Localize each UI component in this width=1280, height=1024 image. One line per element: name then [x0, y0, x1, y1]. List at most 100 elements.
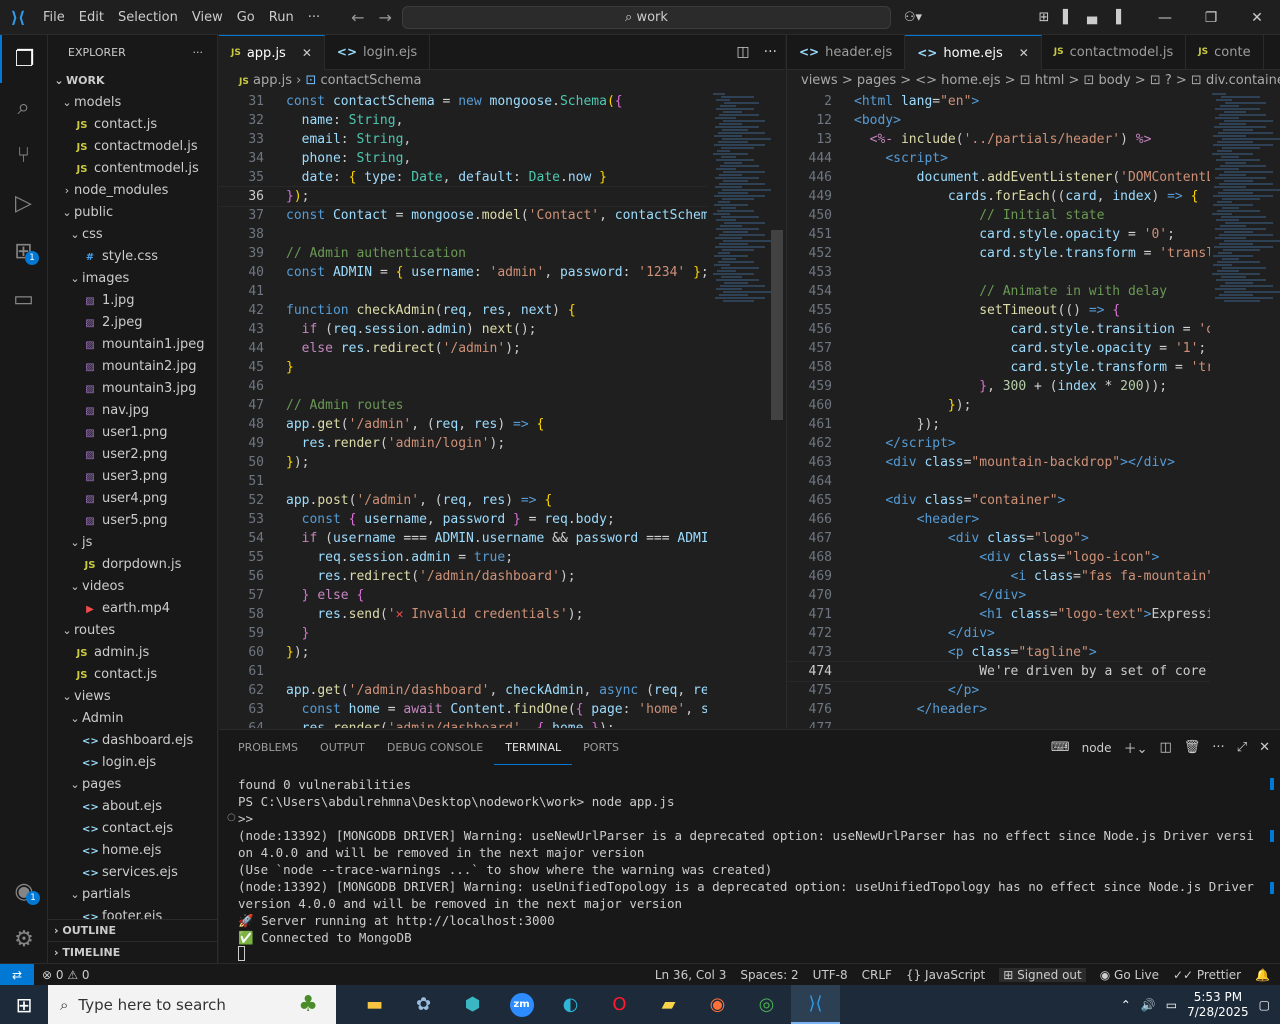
- tree-file[interactable]: JS admin.js: [48, 642, 217, 664]
- tree-folder[interactable]: ⌄ videos: [48, 576, 217, 598]
- tree-folder[interactable]: ⌄ Admin: [48, 708, 217, 730]
- timeline-section[interactable]: › TIMELINE: [48, 941, 217, 963]
- tree-file[interactable]: ▨ user1.png: [48, 422, 217, 444]
- sticky-notes-icon[interactable]: ▰: [644, 985, 693, 1024]
- search-view-icon[interactable]: ⌕: [0, 83, 47, 131]
- more-actions-icon[interactable]: ···: [1212, 740, 1224, 755]
- tree-file[interactable]: JS dorpdown.js: [48, 554, 217, 576]
- line-ending[interactable]: CRLF: [862, 968, 892, 982]
- tree-folder[interactable]: ⌄ views: [48, 686, 217, 708]
- opera-icon[interactable]: O: [595, 985, 644, 1024]
- tree-file[interactable]: ▨ user2.png: [48, 444, 217, 466]
- tray-chevron-icon[interactable]: ⌃: [1121, 998, 1131, 1012]
- tree-file[interactable]: <> about.ejs: [48, 796, 217, 818]
- editor-tab[interactable]: JS contactmodel.js: [1042, 35, 1187, 70]
- more-actions-icon[interactable]: ···: [193, 35, 204, 70]
- volume-icon[interactable]: 🔊: [1141, 998, 1156, 1012]
- tree-file[interactable]: <> login.ejs: [48, 752, 217, 774]
- firefox-icon[interactable]: ◉: [693, 985, 742, 1024]
- tree-file[interactable]: ▨ user3.png: [48, 466, 217, 488]
- encoding[interactable]: UTF-8: [813, 968, 848, 982]
- tree-file[interactable]: <> home.ejs: [48, 840, 217, 862]
- paint-icon[interactable]: ✿: [399, 985, 448, 1024]
- app-icon[interactable]: ⬢: [448, 985, 497, 1024]
- menu-item[interactable]: File: [36, 10, 72, 25]
- go-live-button[interactable]: ◉ Go Live: [1100, 968, 1159, 982]
- menu-item[interactable]: View: [185, 10, 230, 25]
- tree-file[interactable]: JS contact.js: [48, 664, 217, 686]
- manage-gear-icon[interactable]: ⚙: [0, 915, 48, 963]
- tree-file[interactable]: ▨ mountain3.jpg: [48, 378, 217, 400]
- panel-tab[interactable]: PORTS: [572, 730, 630, 765]
- restore-icon[interactable]: ❐: [1188, 10, 1234, 26]
- tree-file[interactable]: # style.css: [48, 246, 217, 268]
- close-tab-icon[interactable]: ✕: [1019, 36, 1029, 71]
- terminal-scrollbar[interactable]: [1270, 778, 1276, 958]
- tree-file[interactable]: ▨ nav.jpg: [48, 400, 217, 422]
- close-tab-icon[interactable]: ✕: [302, 36, 312, 71]
- code-editor-left[interactable]: 31 const contactSchema = new mongoose.Sch…: [219, 92, 707, 728]
- copilot-icon[interactable]: ⚇▾: [894, 10, 932, 25]
- breadcrumb-symbol[interactable]: contactSchema: [321, 73, 422, 88]
- kill-terminal-icon[interactable]: 🗑: [1184, 740, 1201, 755]
- notifications-bell-icon[interactable]: 🔔: [1255, 968, 1270, 982]
- accounts-icon[interactable]: ◉ 1: [0, 867, 48, 915]
- tree-file[interactable]: JS contact.js: [48, 114, 217, 136]
- remote-explorer-icon[interactable]: ▭: [0, 275, 47, 323]
- tree-file[interactable]: <> services.ejs: [48, 862, 217, 884]
- tree-file[interactable]: ▨ mountain2.jpg: [48, 356, 217, 378]
- forward-arrow-icon[interactable]: →: [379, 8, 392, 27]
- clock[interactable]: 5:53 PM 7/28/2025: [1187, 990, 1249, 1020]
- split-terminal-icon[interactable]: ◫: [1159, 740, 1171, 755]
- breadcrumb-file[interactable]: app.js: [253, 73, 292, 88]
- minimize-icon[interactable]: —: [1142, 10, 1188, 26]
- outline-section[interactable]: › OUTLINE: [48, 919, 217, 941]
- menu-item[interactable]: Run: [262, 10, 301, 25]
- split-editor-icon[interactable]: ◫: [736, 35, 749, 70]
- tree-folder[interactable]: ⌄ partials: [48, 884, 217, 906]
- tree-file[interactable]: <> contact.ejs: [48, 818, 217, 840]
- menu-item[interactable]: ···: [301, 10, 327, 25]
- tree-file[interactable]: <> dashboard.ejs: [48, 730, 217, 752]
- menu-item[interactable]: Go: [230, 10, 262, 25]
- run-debug-icon[interactable]: ▷: [0, 179, 47, 227]
- workspace-root[interactable]: ⌄ WORK: [48, 70, 217, 92]
- terminal-output[interactable]: found 0 vulnerabilities PS C:\Users\abdul…: [238, 776, 1260, 965]
- tree-folder[interactable]: ⌄ routes: [48, 620, 217, 642]
- account-status[interactable]: ⊞ Signed out: [999, 967, 1086, 982]
- prettier-status[interactable]: ✓✓ Prettier: [1173, 968, 1241, 982]
- toggle-panel-icon[interactable]: ▄: [1080, 10, 1104, 25]
- chrome-icon[interactable]: ◎: [742, 985, 791, 1024]
- editor-tab[interactable]: JS conte: [1186, 35, 1264, 70]
- cursor-position[interactable]: Ln 36, Col 3: [655, 968, 727, 982]
- layout-customize-icon[interactable]: ⊞: [1032, 10, 1056, 25]
- tree-file[interactable]: ▨ user5.png: [48, 510, 217, 532]
- editor-tab[interactable]: <> header.ejs: [787, 35, 906, 70]
- notification-center-icon[interactable]: ▢: [1259, 998, 1270, 1012]
- scrollbar-left[interactable]: [771, 230, 783, 420]
- tree-file[interactable]: ▨ 2.jpeg: [48, 312, 217, 334]
- tree-folder[interactable]: ⌄ images: [48, 268, 217, 290]
- panel-tab[interactable]: PROBLEMS: [227, 730, 309, 765]
- more-actions-icon[interactable]: ···: [764, 35, 777, 70]
- close-panel-icon[interactable]: ✕: [1259, 740, 1270, 755]
- back-arrow-icon[interactable]: ←: [351, 8, 364, 27]
- extensions-icon[interactable]: ⊞ 1: [0, 227, 47, 275]
- file-explorer-icon[interactable]: ▬: [350, 985, 399, 1024]
- new-terminal-icon[interactable]: ＋⌄: [1124, 738, 1148, 757]
- editor-tab[interactable]: JS app.js ✕: [219, 35, 325, 70]
- taskbar-search[interactable]: ⌕ Type here to search ♣: [48, 985, 336, 1024]
- vscode-taskbar-icon[interactable]: ⟩⟨: [791, 985, 840, 1024]
- maximize-panel-icon[interactable]: ⤢: [1237, 740, 1247, 755]
- tree-folder[interactable]: ⌄ public: [48, 202, 217, 224]
- panel-tab[interactable]: DEBUG CONSOLE: [376, 730, 494, 765]
- minimap-left[interactable]: [713, 92, 771, 728]
- edge-icon[interactable]: ◐: [546, 985, 595, 1024]
- language-mode[interactable]: {} JavaScript: [906, 968, 985, 982]
- problems-count[interactable]: ⊗ 0 ⚠ 0: [42, 968, 90, 982]
- tree-folder[interactable]: ⌄ pages: [48, 774, 217, 796]
- source-control-icon[interactable]: ⑂: [0, 131, 47, 179]
- toggle-sidebar-icon[interactable]: ▌: [1056, 10, 1080, 25]
- explorer-icon[interactable]: ❐: [0, 35, 47, 83]
- tree-file[interactable]: JS contactmodel.js: [48, 136, 217, 158]
